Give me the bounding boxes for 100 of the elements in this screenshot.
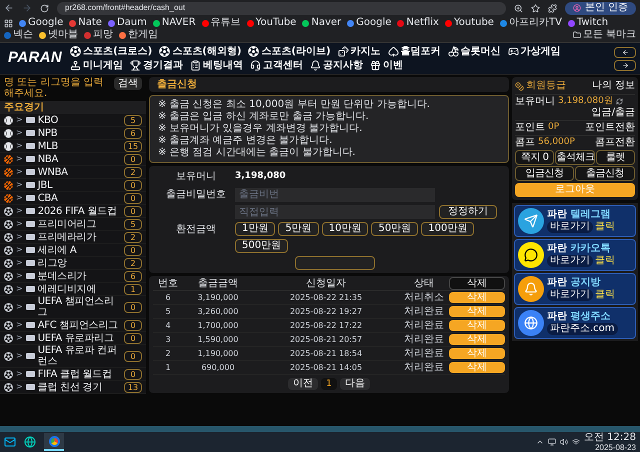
account-button[interactable]: 입금신청 bbox=[515, 166, 574, 181]
nav-link[interactable]: 이벤 bbox=[370, 59, 404, 72]
volume-icon[interactable] bbox=[560, 438, 568, 446]
extensions-icon[interactable] bbox=[548, 4, 557, 12]
league-item[interactable]: > UEFA 유로파 컨퍼런스 0 bbox=[0, 345, 146, 368]
account-button[interactable]: 룰렛 bbox=[596, 150, 635, 165]
reset-button[interactable]: 정정하기 bbox=[439, 205, 497, 219]
league-item[interactable]: > UEFA 유로파리그 0 bbox=[0, 332, 146, 345]
account-value: 3,198,080원 bbox=[558, 96, 613, 107]
banner-subtitle: 바로가기 bbox=[547, 289, 593, 301]
bookmark-link[interactable]: Daum bbox=[108, 17, 147, 29]
bookmark-link[interactable]: Youtube bbox=[444, 17, 494, 29]
account-button[interactable]: 출석체크 bbox=[555, 150, 595, 165]
league-item[interactable]: > NBA 0 bbox=[0, 153, 146, 166]
bookmark-link[interactable]: NAVER bbox=[152, 17, 196, 29]
amount-button[interactable]: 100만원 bbox=[421, 222, 474, 236]
amount-field[interactable]: 직접입력 bbox=[235, 205, 435, 219]
account-button[interactable]: 출금신청 bbox=[575, 166, 635, 181]
nav-link[interactable]: 슬롯머신 bbox=[448, 45, 501, 58]
league-item[interactable]: > WNBA 2 bbox=[0, 166, 146, 179]
league-item[interactable]: > 리그앙 2 bbox=[0, 257, 146, 270]
amount-button[interactable]: 50만원 bbox=[371, 222, 418, 236]
search-field[interactable]: 명 또는 리그명을 입력해주세요. bbox=[4, 77, 110, 99]
nav-link[interactable]: 홀덤포커 bbox=[388, 45, 441, 58]
nav-link[interactable]: 베팅내역 bbox=[190, 59, 244, 72]
page-button[interactable]: 1 bbox=[321, 378, 337, 390]
amount-button[interactable]: 5만원 bbox=[278, 222, 319, 236]
league-item[interactable]: > KBO 5 bbox=[0, 114, 146, 127]
league-item[interactable]: > UEFA 챔피언스리그 0 bbox=[0, 296, 146, 319]
bookmark-link[interactable]: YouTube bbox=[246, 17, 296, 29]
account-link[interactable]: 콤프전환 bbox=[595, 137, 635, 148]
nav-link[interactable]: 경기결과 bbox=[130, 59, 184, 72]
mail-icon[interactable] bbox=[4, 436, 16, 448]
nav-link[interactable]: 스포츠(해외형) bbox=[159, 45, 242, 58]
banner[interactable]: 파란 공지방 바로가기 클릭 bbox=[514, 273, 636, 305]
bookmark-link[interactable]: Netflix bbox=[397, 17, 439, 29]
tray-chevron-icon[interactable] bbox=[536, 438, 544, 446]
account-link[interactable]: 포인트전환 bbox=[585, 122, 635, 133]
bookmark-link[interactable]: Nate bbox=[69, 17, 102, 29]
amount-button[interactable]: 10만원 bbox=[322, 222, 368, 236]
league-item[interactable]: > FIFA 클럽 월드컵 0 bbox=[0, 368, 146, 381]
network-icon[interactable] bbox=[572, 438, 580, 446]
password-field[interactable]: 출금비번 bbox=[235, 188, 435, 202]
delete-all-button[interactable]: 삭제 bbox=[449, 277, 505, 290]
bookmark-link[interactable]: 한게임 bbox=[119, 29, 158, 41]
my-info-link[interactable]: 나의 정보 bbox=[592, 80, 635, 92]
banner[interactable]: 파란 평생주소 파란주소.com bbox=[514, 307, 636, 339]
league-item[interactable]: > CBA 0 bbox=[0, 192, 146, 205]
banner[interactable]: 파란 텔레그램 바로가기 클릭 bbox=[514, 205, 636, 237]
refresh-icon[interactable] bbox=[616, 98, 623, 105]
bookmark-link[interactable]: Google bbox=[347, 17, 392, 29]
search-button[interactable]: 검색 bbox=[114, 77, 142, 90]
amount-button[interactable]: 500만원 bbox=[235, 239, 288, 253]
league-item[interactable]: > 에레디비지에 1 bbox=[0, 283, 146, 296]
zoom-icon[interactable] bbox=[514, 4, 523, 12]
all-bookmarks-link[interactable]: 모든 북마크 bbox=[572, 29, 636, 41]
profile-button[interactable]: 본인 인증 bbox=[564, 2, 636, 14]
banner[interactable]: 파란 카카오톡 바로가기 클릭 bbox=[514, 239, 636, 271]
apps-icon[interactable] bbox=[4, 18, 13, 28]
nav-link[interactable]: 스포츠(크로스) bbox=[70, 45, 152, 58]
league-item[interactable]: > JBL 0 bbox=[0, 179, 146, 192]
account-link[interactable]: 입금/출금 bbox=[592, 107, 635, 118]
nav-link[interactable]: 공지사항 bbox=[310, 59, 364, 72]
league-item[interactable]: > 클럽 친선 경기 13 bbox=[0, 381, 146, 394]
reload-icon[interactable] bbox=[40, 4, 49, 12]
nav-link[interactable]: 고객센터 bbox=[250, 59, 304, 72]
nav-link[interactable]: 가상게임 bbox=[508, 45, 561, 58]
league-item[interactable]: > 세리에 A 0 bbox=[0, 244, 146, 257]
bookmark-link[interactable]: 넥슨 bbox=[4, 29, 33, 41]
league-item[interactable]: > 프리미어리그 5 bbox=[0, 218, 146, 231]
bookmark-link[interactable]: 피망 bbox=[84, 29, 113, 41]
league-item[interactable]: > 2026 FIFA 월드컵 0 bbox=[0, 205, 146, 218]
league-item[interactable]: > AFC 챔피언스리그 0 bbox=[0, 319, 146, 332]
league-item[interactable]: > MLB 15 bbox=[0, 140, 146, 153]
star-icon[interactable] bbox=[530, 4, 540, 12]
scroll-left-button[interactable] bbox=[614, 46, 636, 58]
bookmark-link[interactable]: Naver bbox=[302, 17, 342, 29]
league-item[interactable]: > 분데스리가 6 bbox=[0, 270, 146, 283]
prev-page-button[interactable]: 이전 bbox=[288, 378, 318, 390]
nav-link[interactable]: 스포츠(라이브) bbox=[248, 45, 331, 58]
chevron-text: > bbox=[16, 116, 23, 124]
scroll-right-button[interactable] bbox=[614, 60, 636, 70]
bookmark-link[interactable]: 유튜브 bbox=[202, 17, 241, 29]
submit-button[interactable] bbox=[295, 256, 375, 270]
account-button[interactable]: 쪽지 0 bbox=[515, 150, 554, 165]
next-page-button[interactable]: 다음 bbox=[340, 378, 370, 390]
nav-link[interactable]: 미니게임 bbox=[70, 59, 124, 72]
bookmark-link[interactable]: 넷마블 bbox=[39, 29, 78, 41]
back-icon[interactable] bbox=[4, 3, 14, 13]
amount-button[interactable]: 1만원 bbox=[235, 222, 276, 236]
logo[interactable]: PARAN bbox=[0, 47, 70, 70]
count-badge: 2 bbox=[124, 166, 142, 178]
league-item[interactable]: > NPB 6 bbox=[0, 127, 146, 140]
bookmark-link[interactable]: 아프리카TV bbox=[500, 17, 562, 29]
nav-link[interactable]: 카지노 bbox=[338, 45, 381, 58]
bookmark-link[interactable]: Twitch bbox=[568, 17, 608, 29]
league-item[interactable]: > 프리메라리가 2 bbox=[0, 231, 146, 244]
address-field[interactable]: pr268.com/front#header/cash_out bbox=[57, 2, 506, 14]
bookmark-link[interactable]: Google bbox=[19, 17, 64, 29]
monitor-icon[interactable] bbox=[548, 438, 556, 446]
